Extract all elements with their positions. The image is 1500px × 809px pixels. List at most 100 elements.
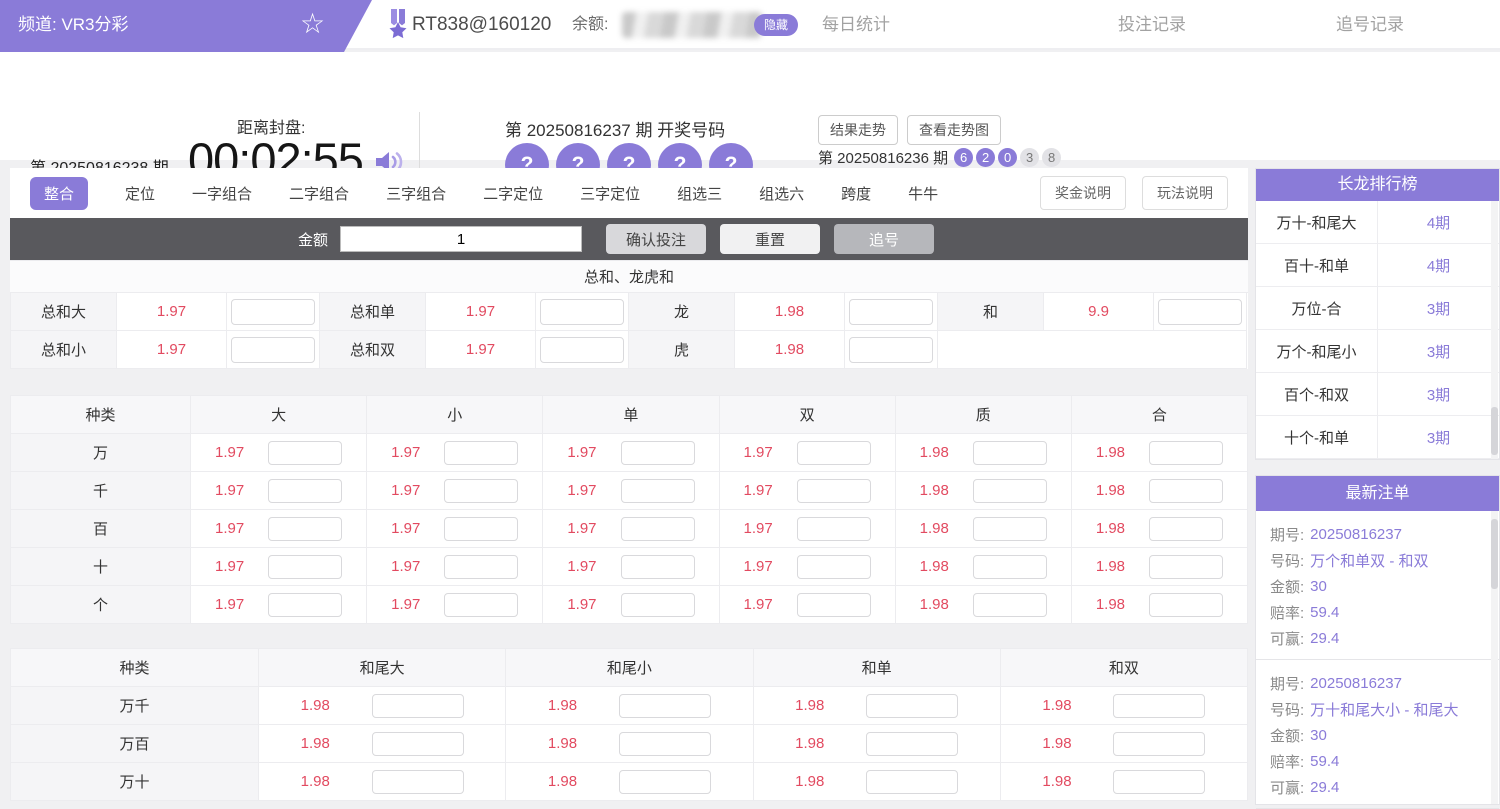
bet-amount-input[interactable] bbox=[797, 479, 871, 503]
bet-amount-input[interactable] bbox=[973, 479, 1047, 503]
nav-item-2[interactable]: 追号记录 bbox=[1336, 0, 1404, 50]
bet-amount-input[interactable] bbox=[1113, 694, 1205, 718]
bet-amount-input[interactable] bbox=[268, 517, 342, 541]
chase-number-button[interactable]: 追号 bbox=[834, 224, 934, 254]
bet-label-总和双[interactable]: 总和双 bbox=[320, 331, 426, 369]
bet-amount-input[interactable] bbox=[973, 517, 1047, 541]
tab-一字组合[interactable]: 一字组合 bbox=[192, 183, 252, 204]
tab-整合[interactable]: 整合 bbox=[30, 177, 88, 210]
bet-amount-input[interactable] bbox=[619, 732, 711, 756]
tab-二字组合[interactable]: 二字组合 bbox=[289, 183, 349, 204]
bet-amount-input[interactable] bbox=[1113, 732, 1205, 756]
bet-amount-input[interactable] bbox=[268, 555, 342, 579]
tab-组选六[interactable]: 组选六 bbox=[759, 183, 804, 204]
confirm-bet-button[interactable]: 确认投注 bbox=[606, 224, 706, 254]
help-button-1[interactable]: 玩法说明 bbox=[1142, 176, 1228, 210]
orders-scrollbar-thumb[interactable] bbox=[1491, 519, 1498, 589]
bet-amount-input[interactable] bbox=[268, 593, 342, 617]
tab-牛牛[interactable]: 牛牛 bbox=[908, 183, 938, 204]
odds-bet-cell: 1.98 bbox=[506, 763, 753, 801]
bet-label-和[interactable]: 和 bbox=[938, 293, 1044, 331]
tab-定位[interactable]: 定位 bbox=[125, 183, 155, 204]
bet-amount-input[interactable] bbox=[444, 555, 518, 579]
bet-amount-input[interactable] bbox=[1149, 517, 1223, 541]
amount-input[interactable] bbox=[340, 226, 582, 252]
bet-amount-input[interactable] bbox=[1149, 441, 1223, 465]
bet-amount-input[interactable] bbox=[1113, 770, 1205, 794]
bet-amount-input[interactable] bbox=[621, 441, 695, 465]
odds-bet-cell: 1.98 bbox=[506, 687, 753, 725]
dragon-row[interactable]: 十个-和单3期 bbox=[1256, 416, 1499, 459]
bet-amount-input[interactable] bbox=[973, 441, 1047, 465]
bet-amount-input[interactable] bbox=[540, 337, 624, 363]
odds-value: 1.97 bbox=[391, 520, 420, 537]
bet-amount-input[interactable] bbox=[797, 593, 871, 617]
bet-amount-input[interactable] bbox=[621, 479, 695, 503]
bet-amount-input[interactable] bbox=[372, 770, 464, 794]
favorite-star-icon[interactable]: ☆ bbox=[300, 7, 325, 40]
tab-三字定位[interactable]: 三字定位 bbox=[580, 183, 640, 204]
bet-amount-input[interactable] bbox=[444, 593, 518, 617]
nav-item-1[interactable]: 投注记录 bbox=[1118, 0, 1186, 50]
bet-amount-input[interactable] bbox=[797, 517, 871, 541]
bet-amount-input[interactable] bbox=[444, 517, 518, 541]
hide-balance-button[interactable]: 隐藏 bbox=[754, 14, 798, 36]
tab-二字定位[interactable]: 二字定位 bbox=[483, 183, 543, 204]
bet-amount-input[interactable] bbox=[797, 555, 871, 579]
bet-label-总和单[interactable]: 总和单 bbox=[320, 293, 426, 331]
odds-value: 1.98 bbox=[548, 735, 577, 752]
tab-三字组合[interactable]: 三字组合 bbox=[386, 183, 446, 204]
bet-amount-input[interactable] bbox=[1158, 299, 1242, 325]
order-field-label: 金额: bbox=[1270, 576, 1304, 597]
bet-amount-input[interactable] bbox=[268, 479, 342, 503]
bet-amount-input[interactable] bbox=[619, 694, 711, 718]
dragon-scrollbar[interactable] bbox=[1491, 201, 1498, 459]
dragon-scrollbar-thumb[interactable] bbox=[1491, 407, 1498, 455]
dragon-row[interactable]: 百十-和单4期 bbox=[1256, 244, 1499, 287]
bet-amount-input[interactable] bbox=[866, 732, 958, 756]
trend-button-0[interactable]: 结果走势 bbox=[818, 115, 898, 145]
bet-amount-input[interactable] bbox=[231, 299, 315, 325]
bet-amount-input[interactable] bbox=[231, 337, 315, 363]
dragon-row[interactable]: 万个-和尾小3期 bbox=[1256, 330, 1499, 373]
orders-scrollbar[interactable] bbox=[1491, 511, 1498, 804]
bet-amount-input[interactable] bbox=[866, 770, 958, 794]
bet-amount-input[interactable] bbox=[1149, 593, 1223, 617]
bet-amount-input[interactable] bbox=[1149, 555, 1223, 579]
bet-amount-input[interactable] bbox=[268, 441, 342, 465]
bet-amount-input[interactable] bbox=[621, 593, 695, 617]
bet-label-总和大[interactable]: 总和大 bbox=[11, 293, 117, 331]
history-issue: 第 20250816236 期 bbox=[818, 147, 948, 168]
bet-amount-input[interactable] bbox=[973, 555, 1047, 579]
bet-amount-input[interactable] bbox=[849, 337, 933, 363]
help-buttons: 奖金说明玩法说明 bbox=[1040, 176, 1228, 210]
nav-item-0[interactable]: 每日统计 bbox=[822, 0, 890, 50]
bet-label-龙[interactable]: 龙 bbox=[629, 293, 735, 331]
bet-amount-input[interactable] bbox=[619, 770, 711, 794]
reset-button[interactable]: 重置 bbox=[720, 224, 820, 254]
bet-amount-input[interactable] bbox=[849, 299, 933, 325]
tab-组选三[interactable]: 组选三 bbox=[677, 183, 722, 204]
dragon-row[interactable]: 万位-合3期 bbox=[1256, 287, 1499, 330]
bet-amount-input[interactable] bbox=[540, 299, 624, 325]
trend-button-1[interactable]: 查看走势图 bbox=[907, 115, 1001, 145]
dragon-row[interactable]: 百个-和双3期 bbox=[1256, 373, 1499, 416]
help-button-0[interactable]: 奖金说明 bbox=[1040, 176, 1126, 210]
bet-amount-input[interactable] bbox=[797, 441, 871, 465]
bet-amount-input[interactable] bbox=[866, 694, 958, 718]
bet-label-虎[interactable]: 虎 bbox=[629, 331, 735, 369]
odds-value: 1.97 bbox=[215, 558, 244, 575]
bet-label-总和小[interactable]: 总和小 bbox=[11, 331, 117, 369]
bet-amount-input[interactable] bbox=[621, 517, 695, 541]
bet-amount-input[interactable] bbox=[444, 441, 518, 465]
bet-amount-input[interactable] bbox=[444, 479, 518, 503]
bet-amount-input[interactable] bbox=[1149, 479, 1223, 503]
bet-amount-input[interactable] bbox=[973, 593, 1047, 617]
bet-amount-input[interactable] bbox=[621, 555, 695, 579]
bet-amount-input[interactable] bbox=[372, 732, 464, 756]
tab-跨度[interactable]: 跨度 bbox=[841, 183, 871, 204]
input-cell bbox=[536, 331, 629, 369]
odds-value: 1.98 bbox=[735, 331, 845, 369]
dragon-row[interactable]: 万十-和尾大4期 bbox=[1256, 201, 1499, 244]
bet-amount-input[interactable] bbox=[372, 694, 464, 718]
